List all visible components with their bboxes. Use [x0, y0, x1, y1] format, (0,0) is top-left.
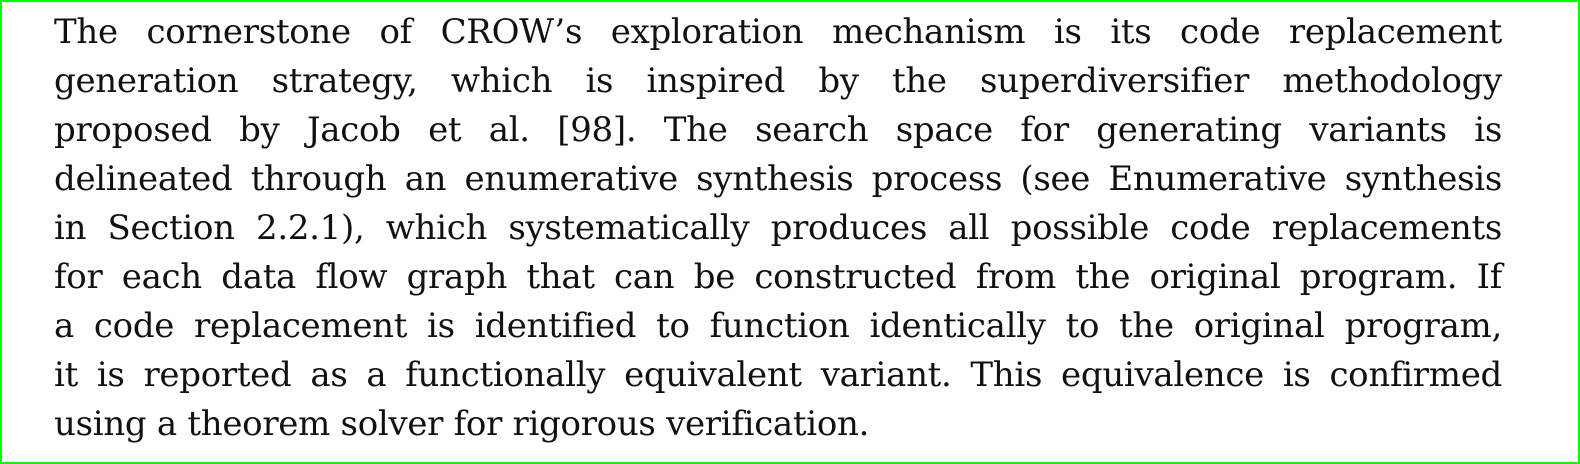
page-frame: The cornerstone of CROW’s exploration me… [0, 0, 1580, 464]
paragraph-line-9: using a theorem solver for rigorous veri… [54, 404, 870, 444]
paragraph-line-7: a code replacement is identified to func… [54, 306, 1502, 346]
paragraph-line-3: proposed by Jacob et al. [98]. The searc… [54, 110, 1502, 150]
paragraph-line-1: The cornerstone of CROW’s exploration me… [54, 12, 1502, 52]
paragraph-line-5: in Section 2.2.1), which systematically … [54, 208, 1502, 248]
paragraph-line-6: for each data flow graph that can be con… [54, 257, 1502, 297]
body-paragraph: The cornerstone of CROW’s exploration me… [54, 8, 1502, 449]
paragraph-line-8: it is reported as a functionally equival… [54, 355, 1502, 395]
paragraph-line-2: generation strategy, which is inspired b… [54, 61, 1502, 101]
paragraph-line-4: delineated through an enumerative synthe… [54, 159, 1502, 199]
